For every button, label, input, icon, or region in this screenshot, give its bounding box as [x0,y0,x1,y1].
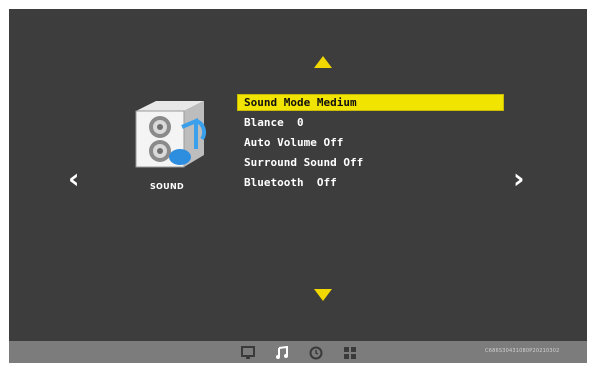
bottom-bar-icons [240,345,358,361]
music-note-icon[interactable] [274,345,290,361]
category-label: SOUND [150,182,184,191]
menu-item-bluetooth[interactable]: Bluetooth Off [238,173,503,193]
clock-icon[interactable] [308,345,324,361]
scroll-up-arrow-icon[interactable] [314,56,332,68]
menu-item-surround-sound[interactable]: Surround Sound Off [238,153,503,173]
menu-item-balance[interactable]: Blance 0 [238,113,503,133]
scroll-down-arrow-icon[interactable] [314,289,332,301]
speaker-music-icon [135,101,206,168]
next-page-chevron-icon[interactable]: › [513,165,525,193]
menu-item-auto-volume[interactable]: Auto Volume Off [238,133,503,153]
menu-item-sound-mode[interactable]: Sound Mode Medium [237,94,504,111]
picture-icon[interactable] [240,345,256,361]
sound-settings-menu: Sound Mode Medium Blance 0 Auto Volume O… [237,94,504,193]
previous-page-chevron-icon[interactable]: ‹ [68,165,80,193]
model-code-text: C686S30431080P20210302 [485,348,560,354]
grid-icon[interactable] [342,345,358,361]
